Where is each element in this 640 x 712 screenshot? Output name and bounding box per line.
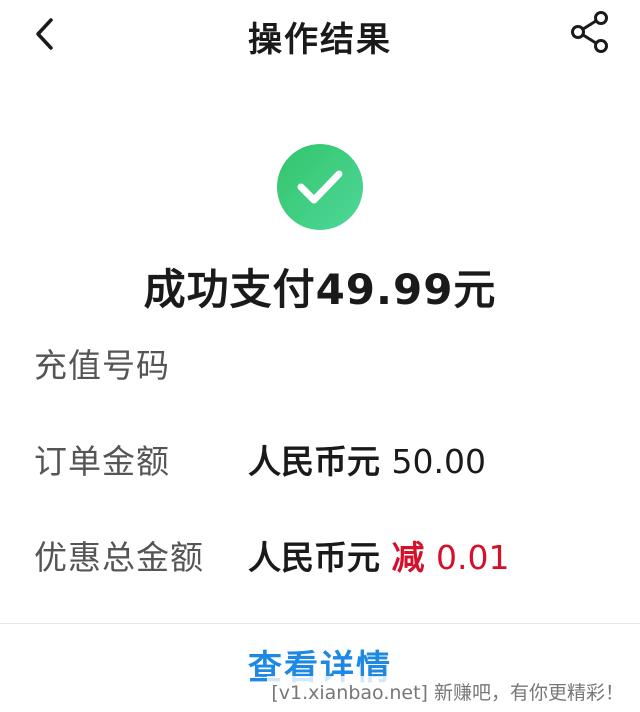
share-icon: [571, 11, 608, 53]
discount-amount: 减 0.01: [392, 538, 510, 577]
divider: [0, 623, 640, 624]
payment-result-title: 成功支付49.99元: [143, 265, 497, 314]
order-amount-currency: 人民币元: [248, 442, 380, 481]
discount-currency: 人民币元: [248, 538, 380, 577]
share-button[interactable]: [568, 10, 612, 54]
discount-label: 优惠总金额: [34, 538, 204, 577]
page-title: 操作结果: [248, 20, 392, 60]
success-check-icon: [277, 144, 363, 230]
order-amount-label: 订单金额: [34, 442, 170, 481]
check-icon: [297, 170, 343, 204]
discount-value-group: 人民币元 减 0.01: [248, 536, 509, 580]
order-amount-value-group: 人民币元 50.00: [248, 440, 486, 484]
discount-prefix: 减: [391, 538, 425, 577]
discount-value: 0.01: [436, 538, 510, 577]
recharge-number-row: 充值号码: [34, 344, 614, 388]
order-amount-value: 50.00: [391, 442, 486, 481]
discount-row: 优惠总金额 人民币元 减 0.01: [34, 536, 614, 580]
watermark-text: [v1.xianbao.net] 新赚吧，有你更精彩！: [267, 676, 628, 707]
order-amount-row: 订单金额 人民币元 50.00: [34, 440, 614, 484]
recharge-number-label: 充值号码: [34, 346, 170, 385]
top-nav-bar: 操作结果: [0, 0, 640, 72]
